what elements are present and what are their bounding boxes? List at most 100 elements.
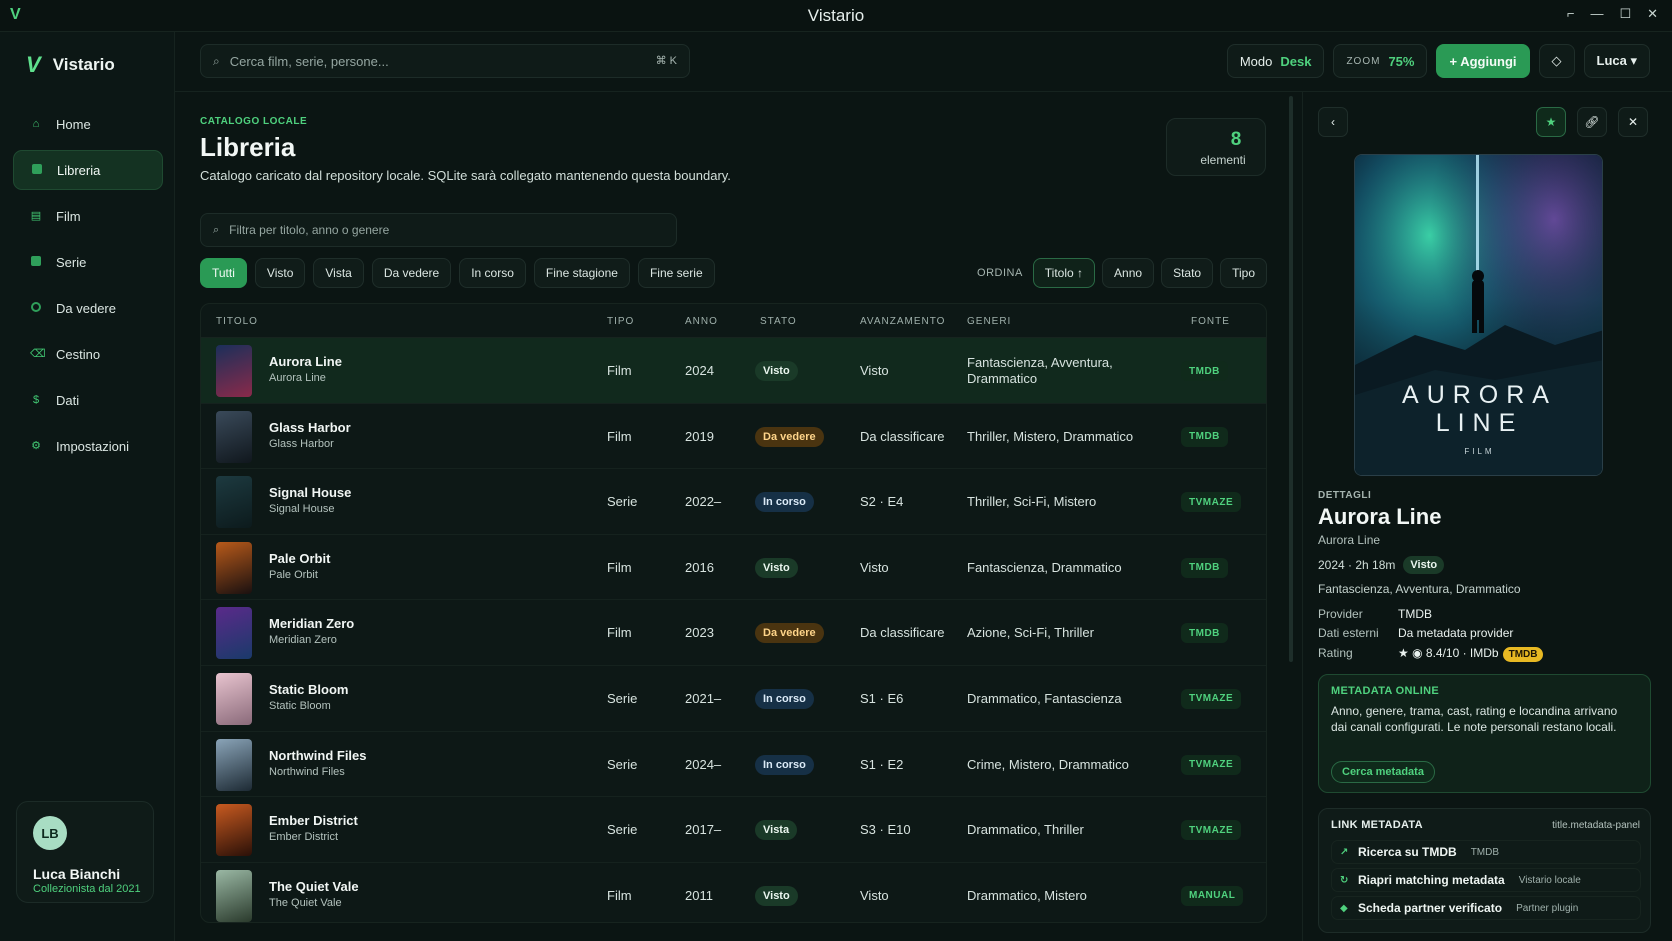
- table-scrollbar[interactable]: [1289, 96, 1293, 662]
- row-year: 2016: [685, 559, 714, 575]
- row-subtitle: Glass Harbor: [269, 437, 334, 450]
- chip-fine-serie[interactable]: Fine serie: [637, 258, 715, 288]
- header-year[interactable]: ANNO: [685, 316, 718, 327]
- sidebar-item-label: Libreria: [57, 162, 101, 178]
- sidebar-item-impostazioni[interactable]: ⚙ Impostazioni: [13, 426, 163, 466]
- table-row[interactable]: Glass Harbor Glass Harbor Film 2019 Da veder…: [201, 404, 1266, 470]
- global-search-input[interactable]: ⌕ Cerca film, serie, persone... ⌘ K: [200, 44, 690, 78]
- table-row[interactable]: Pale Orbit Pale Orbit Film 2016 Visto Visto Fa…: [201, 535, 1266, 601]
- rating-label: Rating: [1318, 646, 1353, 660]
- sidebar-item-cestino[interactable]: ⌫ Cestino: [13, 334, 163, 374]
- table-row[interactable]: Northwind Files Northwind Files Serie 2024–…: [201, 732, 1266, 798]
- chip-fine-stagione[interactable]: Fine stagione: [533, 258, 630, 288]
- header-genres[interactable]: GENERI: [967, 316, 1011, 327]
- user-menu-button[interactable]: Luca ▾: [1583, 44, 1650, 78]
- row-year: 2023: [685, 625, 714, 641]
- detail-external: Dati esterni Da metadata provider: [1318, 626, 1513, 640]
- library-icon: [31, 164, 43, 176]
- chip-tutti[interactable]: Tutti: [200, 258, 247, 288]
- restore-window-icon[interactable]: ⌐: [1567, 6, 1575, 22]
- brand[interactable]: V Vistario: [26, 52, 115, 78]
- sort-titolo[interactable]: Titolo ↑: [1032, 258, 1096, 288]
- rating-source-badge: TMDB: [1502, 647, 1544, 662]
- table-row[interactable]: Static Bloom Static Bloom Serie 2021– In cor…: [201, 666, 1266, 732]
- sidebar: V Vistario ⌂ Home Libreria ▤ Film Serie Da…: [0, 32, 175, 941]
- close-window-icon[interactable]: ✕: [1647, 6, 1658, 22]
- link-search-tmdb[interactable]: ↗ Ricerca su TMDB TMDB: [1331, 840, 1641, 864]
- row-year: 2024: [685, 363, 714, 378]
- status-badge: In corso: [755, 492, 814, 513]
- minimize-window-icon[interactable]: —: [1590, 6, 1603, 22]
- header-type[interactable]: TIPO: [607, 316, 634, 327]
- sidebar-item-dati[interactable]: $ Dati: [13, 380, 163, 420]
- row-poster: [216, 607, 252, 660]
- brand-name: Vistario: [52, 55, 115, 74]
- page-description: Catalogo caricato dal repository locale.…: [200, 168, 731, 183]
- row-subtitle: Static Bloom: [269, 699, 331, 712]
- zoom-label: ZOOM: [1346, 55, 1381, 67]
- rating-value: ★ ◉ 8.4/10 · IMDb: [1398, 646, 1499, 660]
- table-row[interactable]: Meridian Zero Meridian Zero Film 2023 Da ved…: [201, 600, 1266, 666]
- chip-in-corso[interactable]: In corso: [459, 258, 526, 288]
- detail-meta: 2024 · 2h 18m Visto: [1318, 556, 1445, 574]
- metadata-links-card: LINK METADATA title.metadata-panel ↗ Rice…: [1318, 808, 1651, 933]
- mode-toggle[interactable]: Modo Desk: [1226, 44, 1325, 78]
- sort-stato[interactable]: Stato: [1161, 258, 1214, 288]
- row-genres: Fantascienza, Avventura, Drammatico: [967, 355, 1113, 386]
- maximize-window-icon[interactable]: ☐: [1619, 6, 1631, 22]
- table-row[interactable]: Ember District Ember District Serie 2017– Vi…: [201, 797, 1266, 863]
- user-profile-card[interactable]: LB Luca Bianchi Collezionista dal 2021: [16, 801, 154, 903]
- link-button[interactable]: 🔗︎: [1577, 107, 1607, 137]
- header-title[interactable]: TITOLO: [216, 316, 258, 327]
- table-row[interactable]: The Quiet Vale The Quiet Vale Film 2011 Vist…: [201, 863, 1266, 922]
- table-row[interactable]: Signal House Signal House Serie 2022– In cor…: [201, 469, 1266, 535]
- row-year: 2017–: [685, 822, 722, 838]
- avatar: LB: [33, 816, 67, 850]
- source-badge: MANUAL: [1181, 885, 1244, 906]
- table-row[interactable]: Aurora Line Aurora Line Film 2024 Visto Visto…: [201, 338, 1266, 404]
- link-reopen-matching[interactable]: ↻ Riapri matching metadata Vistario locale: [1331, 868, 1641, 892]
- link-sub: Vistario locale: [1518, 874, 1581, 886]
- header-status[interactable]: STATO: [760, 316, 797, 327]
- row-title: Glass Harbor: [269, 419, 351, 435]
- mode-label: Modo: [1239, 53, 1273, 69]
- sort-tipo[interactable]: Tipo: [1220, 258, 1267, 288]
- brand-logo-icon: V: [26, 52, 41, 77]
- search-metadata-button[interactable]: Cerca metadata: [1331, 761, 1435, 783]
- row-genres: Drammatico, Mistero: [967, 887, 1087, 903]
- filter-input[interactable]: ⌕ Filtra per titolo, anno o genere: [200, 213, 677, 247]
- link-partner-sheet[interactable]: ◆ Scheda partner verificato Partner plugin: [1331, 896, 1641, 920]
- add-button[interactable]: + Aggiungi: [1436, 44, 1530, 78]
- row-title: Static Bloom: [269, 681, 349, 697]
- row-subtitle: Signal House: [269, 503, 335, 516]
- sidebar-item-da-vedere[interactable]: Da vedere: [13, 288, 163, 328]
- sidebar-item-libreria[interactable]: Libreria: [13, 150, 163, 190]
- detail-subtitle: Aurora Line: [1318, 533, 1381, 547]
- favorite-button[interactable]: ★: [1536, 107, 1566, 137]
- source-badge: TVMAZE: [1181, 820, 1242, 841]
- chip-da-vedere[interactable]: Da vedere: [371, 258, 452, 288]
- source-badge: TMDB: [1181, 557, 1228, 578]
- zoom-control[interactable]: ZOOM 75%: [1333, 44, 1428, 78]
- metadata-online-card: METADATA ONLINE Anno, genere, trama, cas…: [1318, 674, 1651, 793]
- status-badge: Da vedere: [755, 623, 824, 644]
- status-badge: In corso: [755, 754, 814, 775]
- status-badge: Visto: [755, 557, 798, 578]
- header-progress[interactable]: AVANZAMENTO: [860, 316, 945, 327]
- sidebar-item-film[interactable]: ▤ Film: [13, 196, 163, 236]
- link-sub: Partner plugin: [1516, 902, 1579, 914]
- back-button[interactable]: ‹: [1318, 107, 1348, 137]
- header-source[interactable]: FONTE: [1191, 316, 1230, 327]
- link-sub: TMDB: [1470, 846, 1500, 858]
- sidebar-item-home[interactable]: ⌂ Home: [13, 104, 163, 144]
- detail-kicker: DETTAGLI: [1318, 490, 1372, 501]
- sort-anno[interactable]: Anno: [1102, 258, 1155, 288]
- status-badge: Visto: [755, 361, 798, 381]
- chip-visto[interactable]: Visto: [254, 258, 306, 288]
- row-poster: [216, 738, 252, 791]
- chip-vista[interactable]: Vista: [313, 258, 364, 288]
- sidebar-item-serie[interactable]: Serie: [13, 242, 163, 282]
- close-panel-button[interactable]: ✕: [1618, 107, 1648, 137]
- provider-label: Provider: [1318, 607, 1363, 621]
- theme-toggle-button[interactable]: ◇: [1538, 44, 1575, 78]
